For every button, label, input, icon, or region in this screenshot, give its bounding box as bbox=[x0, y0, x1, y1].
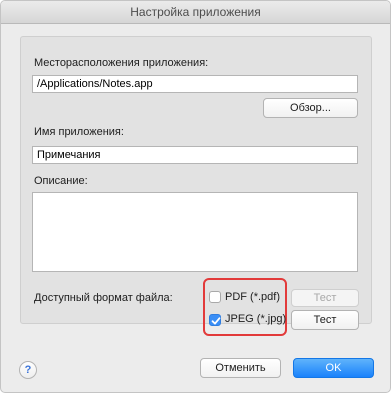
cancel-button[interactable]: Отменить bbox=[200, 358, 281, 378]
pdf-checkbox[interactable] bbox=[209, 291, 221, 303]
format-highlight bbox=[203, 278, 287, 336]
browse-button[interactable]: Обзор... bbox=[263, 98, 358, 118]
description-textarea[interactable] bbox=[32, 192, 358, 272]
pdf-format-label: PDF (*.pdf) bbox=[225, 291, 281, 303]
jpeg-format-label: JPEG (*.jpg) bbox=[225, 313, 287, 325]
app-location-field[interactable]: /Applications/Notes.app bbox=[32, 75, 358, 93]
jpeg-checkbox[interactable] bbox=[209, 314, 221, 326]
description-label: Описание: bbox=[34, 175, 88, 187]
checkmark-icon bbox=[211, 317, 221, 325]
app-name-field[interactable]: Примечания bbox=[32, 146, 358, 164]
ok-button[interactable]: OK bbox=[293, 358, 374, 378]
app-name-label: Имя приложения: bbox=[34, 126, 124, 138]
app-settings-dialog: Настройка приложения Месторасположения п… bbox=[0, 0, 391, 393]
file-format-label: Доступный формат файла: bbox=[34, 292, 173, 304]
help-button[interactable]: ? bbox=[19, 361, 37, 379]
window-title: Настройка приложения bbox=[1, 1, 390, 24]
app-location-label: Месторасположения приложения: bbox=[34, 57, 209, 69]
pdf-test-button[interactable]: Тест bbox=[291, 289, 359, 307]
jpeg-test-button[interactable]: Тест bbox=[291, 310, 359, 330]
